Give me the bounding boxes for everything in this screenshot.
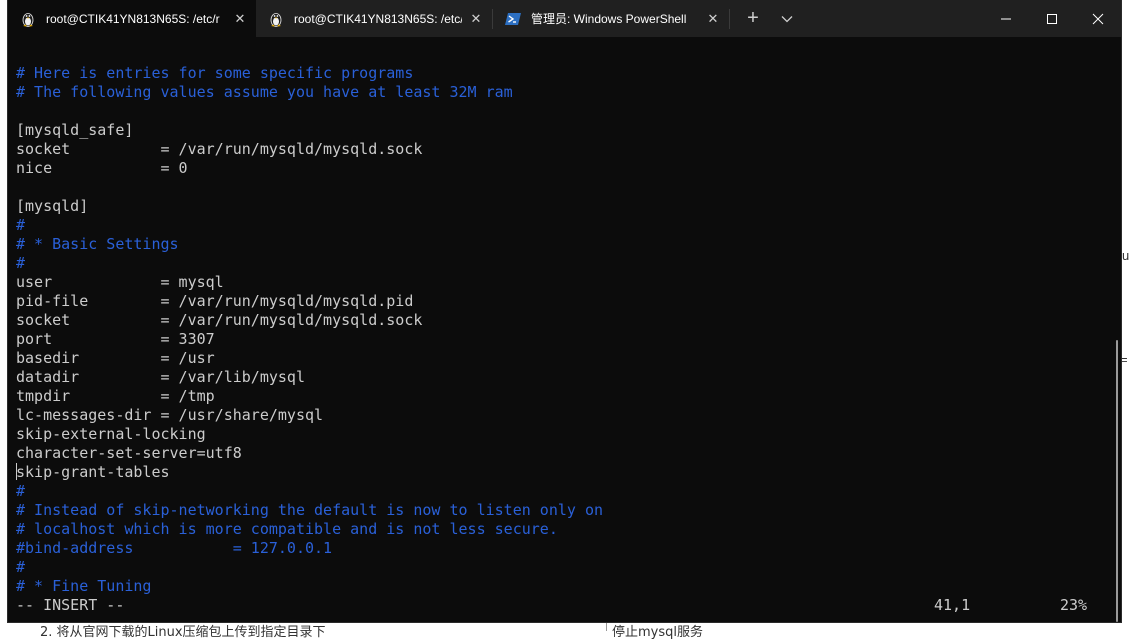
line-text: # * Basic Settings <box>16 235 179 253</box>
line-text: pid-file = /var/run/mysqld/mysqld.pid <box>16 292 414 310</box>
terminal-output[interactable]: # Here is entries for some specific prog… <box>8 37 1113 622</box>
linux-penguin-icon <box>22 12 34 27</box>
config-comment-line: # <box>16 254 603 273</box>
close-icon[interactable]: ✕ <box>468 11 484 27</box>
close-icon <box>1092 13 1104 24</box>
vim-status-line: -- INSERT -- 41,1 23% <box>16 596 1096 615</box>
line-text: skip-external-locking <box>16 425 206 443</box>
config-comment-line: # The following values assume you have a… <box>16 83 603 102</box>
tab-powershell[interactable]: 管理员: Windows PowerShell ✕ <box>493 0 729 37</box>
tab-dropdown-button[interactable] <box>770 0 804 37</box>
line-text: #bind-address = 127.0.0.1 <box>16 539 333 557</box>
config-line: socket = /var/run/mysqld/mysqld.sock <box>16 311 603 330</box>
config-line: socket = /var/run/mysqld/mysqld.sock <box>16 140 603 159</box>
config-line: nice = 0 <box>16 159 603 178</box>
chevron-down-icon <box>781 15 793 22</box>
line-text: socket = /var/run/mysqld/mysqld.sock <box>16 140 423 158</box>
config-line: datadir = /var/lib/mysql <box>16 368 603 387</box>
linux-penguin-icon <box>270 12 282 27</box>
scrollbar[interactable] <box>1113 37 1121 622</box>
tab-separator <box>729 8 730 29</box>
line-text: [mysqld_safe] <box>16 121 134 139</box>
tab-bar: root@CTIK41YN813N65S: /etc/r ✕ root@CTIK… <box>8 0 1121 37</box>
tab-title: root@CTIK41YN813N65S: /etc/r <box>294 11 462 26</box>
terminal-window: root@CTIK41YN813N65S: /etc/r ✕ root@CTIK… <box>8 0 1121 622</box>
maximize-icon <box>1047 13 1057 24</box>
minimize-button[interactable] <box>983 0 1029 37</box>
config-line: skip-grant-tables <box>16 463 603 482</box>
line-text: # The following values assume you have a… <box>16 83 513 101</box>
config-line: port = 3307 <box>16 330 603 349</box>
line-text: socket = /var/run/mysqld/mysqld.sock <box>16 311 423 329</box>
config-line <box>16 102 603 121</box>
powershell-icon <box>505 12 521 25</box>
line-text: # <box>16 216 26 234</box>
scrollbar-thumb[interactable] <box>1116 340 1118 622</box>
vim-buffer[interactable]: # Here is entries for some specific prog… <box>16 64 603 596</box>
line-text: user = mysql <box>16 273 224 291</box>
config-comment-line: # <box>16 216 603 235</box>
minimize-icon <box>1001 18 1011 19</box>
tab-title: root@CTIK41YN813N65S: /etc/r <box>46 11 220 26</box>
config-comment-line: # localhost which is more compatible and… <box>16 520 603 539</box>
config-comment-line: # Here is entries for some specific prog… <box>16 64 603 83</box>
new-tab-button[interactable]: + <box>736 0 770 37</box>
line-text: # <box>16 254 26 272</box>
line-text: datadir = /var/lib/mysql <box>16 368 305 386</box>
config-comment-line: # <box>16 482 603 501</box>
line-text: character-set-server=utf8 <box>16 444 242 462</box>
config-comment-line: # Instead of skip-networking the default… <box>16 501 603 520</box>
config-comment-line: # * Fine Tuning <box>16 577 603 596</box>
line-text: # * Fine Tuning <box>16 577 152 595</box>
vim-mode-indicator: -- INSERT -- <box>16 596 125 614</box>
config-line: [mysqld_safe] <box>16 121 603 140</box>
window-controls <box>983 0 1121 32</box>
tab-title: 管理员: Windows PowerShell <box>531 12 687 26</box>
line-text: # Instead of skip-networking the default… <box>16 501 603 519</box>
line-text: # <box>16 482 26 500</box>
line-text: port = 3307 <box>16 330 215 348</box>
close-icon[interactable]: ✕ <box>232 11 248 27</box>
scroll-percent: 23% <box>1060 596 1088 614</box>
config-comment-line: #bind-address = 127.0.0.1 <box>16 539 603 558</box>
config-line: lc-messages-dir = /usr/share/mysql <box>16 406 603 425</box>
tab-ssh-1[interactable]: root@CTIK41YN813N65S: /etc/r ✕ <box>8 0 256 37</box>
config-line: pid-file = /var/run/mysqld/mysqld.pid <box>16 292 603 311</box>
line-text: skip-grant-tables <box>16 463 170 481</box>
config-comment-line: # * Basic Settings <box>16 235 603 254</box>
config-line <box>16 178 603 197</box>
line-text: # localhost which is more compatible and… <box>16 520 558 538</box>
line-text: tmpdir = /tmp <box>16 387 215 405</box>
line-text: basedir = /usr <box>16 349 215 367</box>
background-text-fragment: = <box>1120 352 1128 367</box>
close-button[interactable] <box>1075 0 1121 37</box>
config-line: tmpdir = /tmp <box>16 387 603 406</box>
tab-ssh-2[interactable]: root@CTIK41YN813N65S: /etc/r ✕ <box>256 0 492 37</box>
cursor-position: 41,1 <box>934 596 971 614</box>
close-icon[interactable]: ✕ <box>705 11 721 27</box>
line-text: lc-messages-dir = /usr/share/mysql <box>16 406 324 424</box>
config-line: character-set-server=utf8 <box>16 444 603 463</box>
line-text: # Here is entries for some specific prog… <box>16 64 414 82</box>
line-text: # <box>16 558 26 576</box>
config-line: user = mysql <box>16 273 603 292</box>
config-line: basedir = /usr <box>16 349 603 368</box>
maximize-button[interactable] <box>1029 0 1075 37</box>
config-comment-line: # <box>16 558 603 577</box>
background-text-fragment: u <box>1122 248 1129 263</box>
line-text: [mysqld] <box>16 197 89 215</box>
line-text: nice = 0 <box>16 159 188 177</box>
config-line: [mysqld] <box>16 197 603 216</box>
config-line: skip-external-locking <box>16 425 603 444</box>
